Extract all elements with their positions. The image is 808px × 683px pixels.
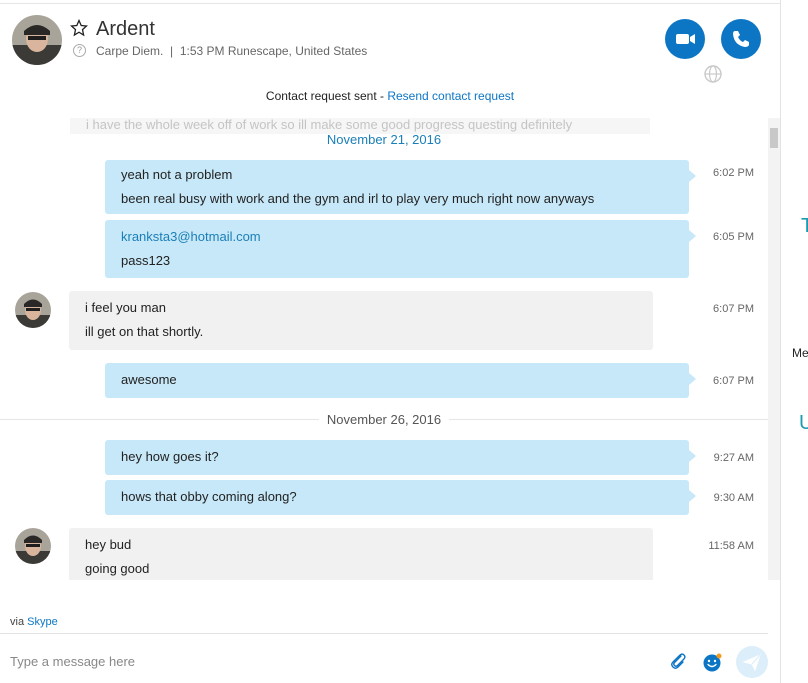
via-indicator: via Skype xyxy=(10,616,58,628)
conversation-header: Ardent ? Carpe Diem. | 1:53 PM Runescape… xyxy=(0,4,780,74)
message-text: going good xyxy=(85,561,150,576)
via-skype-link[interactable]: Skype xyxy=(27,616,58,628)
composer-divider xyxy=(0,633,768,634)
send-button[interactable] xyxy=(735,645,769,683)
contact-local-time: 1:53 PM Runescape, United States xyxy=(179,44,368,58)
message-text: hows that obby coming along? xyxy=(121,489,297,504)
right-pane-clipped: T Me U xyxy=(781,0,808,683)
message-text: i feel you man xyxy=(85,300,166,315)
contact-mood: Carpe Diem. xyxy=(96,44,164,58)
message-timestamp: 6:07 PM xyxy=(713,303,754,315)
video-call-button[interactable] xyxy=(665,19,705,59)
date-separator: November 26, 2016 xyxy=(0,412,768,427)
smiley-icon[interactable] xyxy=(702,651,724,678)
message-input[interactable] xyxy=(10,649,650,673)
outgoing-message-bubble[interactable]: hey how goes it? xyxy=(105,440,696,475)
video-camera-icon xyxy=(676,34,695,44)
phone-icon xyxy=(733,31,749,47)
chat-scrollbar[interactable] xyxy=(768,118,780,580)
message-timestamp: 6:07 PM xyxy=(713,375,754,387)
contact-status: Carpe Diem. | 1:53 PM Runescape, United … xyxy=(96,44,368,58)
contact-avatar-small[interactable] xyxy=(15,292,51,328)
message-history[interactable]: i have the whole week off of work so ill… xyxy=(0,118,768,580)
message-text: hey how goes it? xyxy=(121,449,219,464)
message-timestamp: 6:05 PM xyxy=(713,231,754,243)
message-timestamp: 11:58 AM xyxy=(708,540,754,552)
via-prefix: via xyxy=(10,616,28,628)
paperclip-icon[interactable] xyxy=(668,651,688,676)
resend-contact-request-link[interactable]: Resend contact request xyxy=(387,89,514,103)
message-text: pass123 xyxy=(121,253,171,268)
message-text: yeah not a problem xyxy=(121,167,233,182)
outgoing-message-bubble[interactable]: hows that obby coming along? xyxy=(105,480,696,515)
incoming-message-bubble[interactable]: hey bud going good xyxy=(69,528,653,580)
outgoing-message-bubble[interactable]: awesome xyxy=(105,363,696,398)
message-text: awesome xyxy=(121,372,177,387)
message-text: hey bud xyxy=(85,537,132,552)
contact-name: Ardent xyxy=(96,18,155,40)
right-pane-fragment-1: T xyxy=(801,215,808,237)
date-separator-label: November 26, 2016 xyxy=(318,412,450,427)
scrollbar-thumb[interactable] xyxy=(770,128,778,148)
audio-call-button[interactable] xyxy=(721,19,761,59)
date-separator: November 21, 2016 xyxy=(326,132,442,147)
help-icon: ? xyxy=(73,44,86,57)
send-icon xyxy=(736,646,768,678)
message-email-link[interactable]: kranksta3@hotmail.com xyxy=(121,225,673,249)
incoming-message-bubble[interactable]: i feel you man ill get on that shortly. xyxy=(69,291,653,350)
message-timestamp: 9:27 AM xyxy=(713,452,754,464)
outgoing-message-bubble[interactable]: yeah not a problem been real busy with w… xyxy=(105,160,696,214)
contact-request-text: Contact request sent - xyxy=(265,89,388,103)
contact-request-notice: Contact request sent - Resend contact re… xyxy=(0,89,780,103)
message-timestamp: 9:30 AM xyxy=(713,492,754,504)
message-timestamp: 6:02 PM xyxy=(713,167,754,179)
outgoing-message-bubble[interactable]: kranksta3@hotmail.com pass123 xyxy=(105,220,696,278)
globe-icon[interactable] xyxy=(703,64,723,84)
right-pane-fragment-3: U xyxy=(799,412,808,434)
message-text: been real busy with work and the gym and… xyxy=(121,191,595,206)
star-outline-icon[interactable] xyxy=(69,18,89,37)
right-pane-fragment-2: Me xyxy=(792,346,808,360)
contact-avatar[interactable] xyxy=(12,15,62,65)
contact-avatar-small[interactable] xyxy=(15,528,51,564)
message-text: ill get on that shortly. xyxy=(85,324,204,339)
